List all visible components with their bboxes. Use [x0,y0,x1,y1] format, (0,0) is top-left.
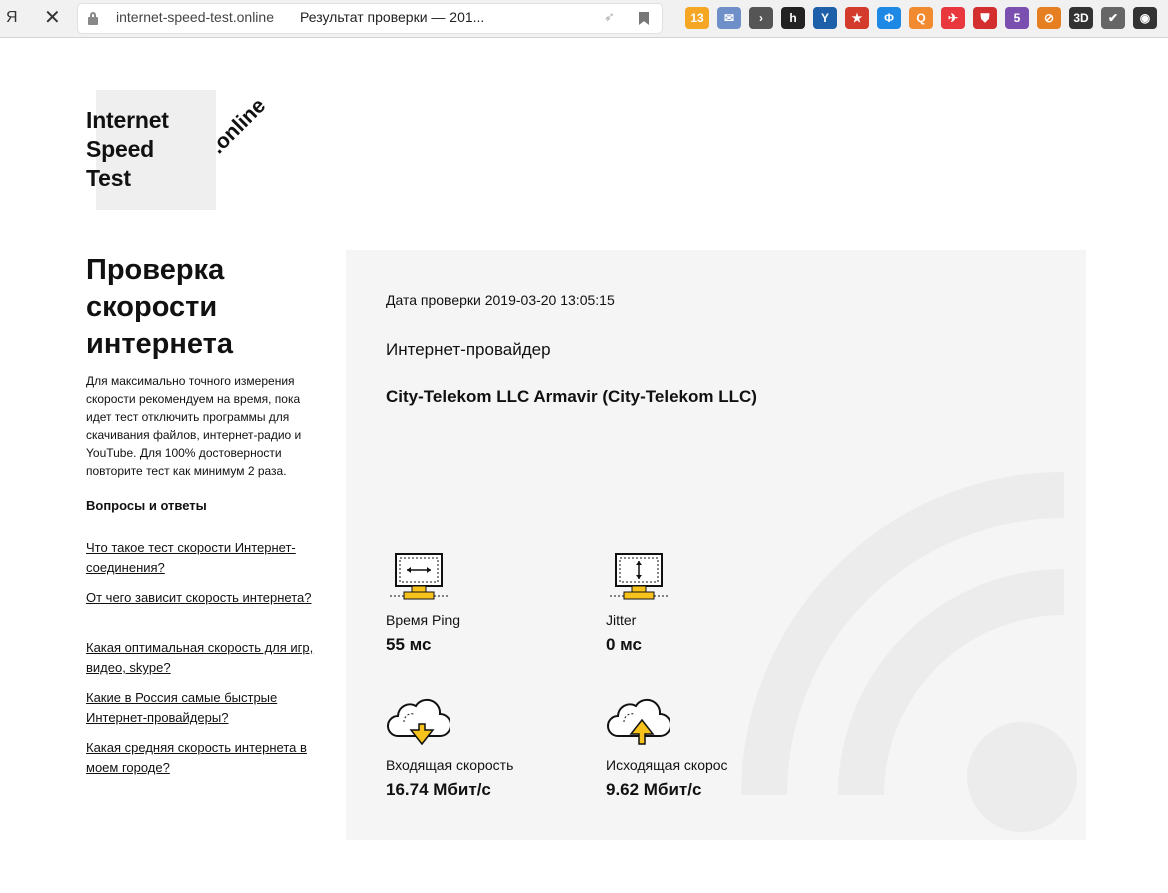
heading-line-3: интернета [86,328,233,360]
wifi-extension-icon[interactable]: ◉ [1133,7,1157,29]
logo-line-3: Test [86,165,131,191]
faq-link-5[interactable]: Какая средняя скорость интернета в моем … [86,738,316,778]
download-label: Входящая скорость [386,757,514,773]
close-icon[interactable]: ✕ [44,6,61,30]
upload-cloud-icon [607,698,670,745]
download-value: 16.74 Мбит/с [386,780,491,799]
upload-label: Исходящая скорос [606,757,728,773]
faq-link-3[interactable]: Какая оптимальная скорость для игр, виде… [86,638,316,678]
jitter-label: Jitter [606,612,637,628]
mail-extension-icon[interactable]: ✉ [717,7,741,29]
logo-line-2: Speed [86,136,155,162]
test-date: Дата проверки 2019-03-20 13:05:15 [386,292,615,308]
isp-label: Интернет-провайдер [386,340,551,359]
faq-link-4[interactable]: Какие в Россия самые быстрые Интернет-пр… [86,688,316,728]
bookmark-icon[interactable] [639,12,649,25]
rocket-icon[interactable]: ➶ [604,9,615,25]
page-title: Результат проверки — 201... [300,9,485,25]
jitter-monitor-icon [610,553,668,600]
check-extension-icon[interactable]: ✔ [1101,7,1125,29]
phi-extension-icon[interactable]: Φ [877,7,901,29]
faq-link-2[interactable]: От чего зависит скорость интернета? [86,588,316,608]
arrow-extension-icon[interactable]: › [749,7,773,29]
shield-extension-icon[interactable]: ⛊ [973,7,997,29]
bird-extension-icon[interactable]: ✈ [941,7,965,29]
page-heading: Проверка скорости интернета [86,252,336,363]
download-cloud-icon [387,698,450,746]
logo-line-1: Internet [86,107,169,133]
yandex-icon[interactable]: Я [6,9,18,27]
result-panel: Дата проверки 2019-03-20 13:05:15 Интерн… [346,250,1086,840]
weather-extension-icon[interactable]: 13 [685,7,709,29]
address-bar[interactable]: internet-speed-test.online Результат про… [78,4,662,33]
heading-line-1: Проверка [86,254,225,286]
ping-value: 55 мс [386,635,432,654]
h-extension-icon[interactable]: h [781,7,805,29]
star-extension-icon[interactable]: ★ [845,7,869,29]
threed-extension-icon[interactable]: 3D [1069,7,1093,29]
ping-monitor-icon [390,553,448,600]
faq-link-1[interactable]: Что такое тест скорости Интернет-соедине… [86,538,316,578]
extensions-bar: 13 ✉ › h Y ★ Φ Q ✈ ⛊ 5 ⊘ 3D ✔ ◉ [685,7,1157,29]
jitter-value: 0 мс [606,635,642,654]
isp-name: City-Telekom LLC Armavir (City-Telekom L… [386,387,757,406]
lock-icon [88,12,98,25]
upload-value: 9.62 Мбит/с [606,780,702,799]
intro-description: Для максимально точного измерения скорос… [86,374,302,478]
url-host[interactable]: internet-speed-test.online [116,9,274,25]
link-extension-icon[interactable]: ⊘ [1037,7,1061,29]
ping-label: Время Ping [386,612,461,628]
heading-line-2: скорости [86,291,218,323]
wifi-watermark-icon [741,472,1077,832]
y-extension-icon[interactable]: Y [813,7,837,29]
browser-toolbar: Я ✕ internet-speed-test.online Результат… [0,0,1168,38]
five-extension-icon[interactable]: 5 [1005,7,1029,29]
faq-heading: Вопросы и ответы [86,498,207,513]
q-extension-icon[interactable]: Q [909,7,933,29]
